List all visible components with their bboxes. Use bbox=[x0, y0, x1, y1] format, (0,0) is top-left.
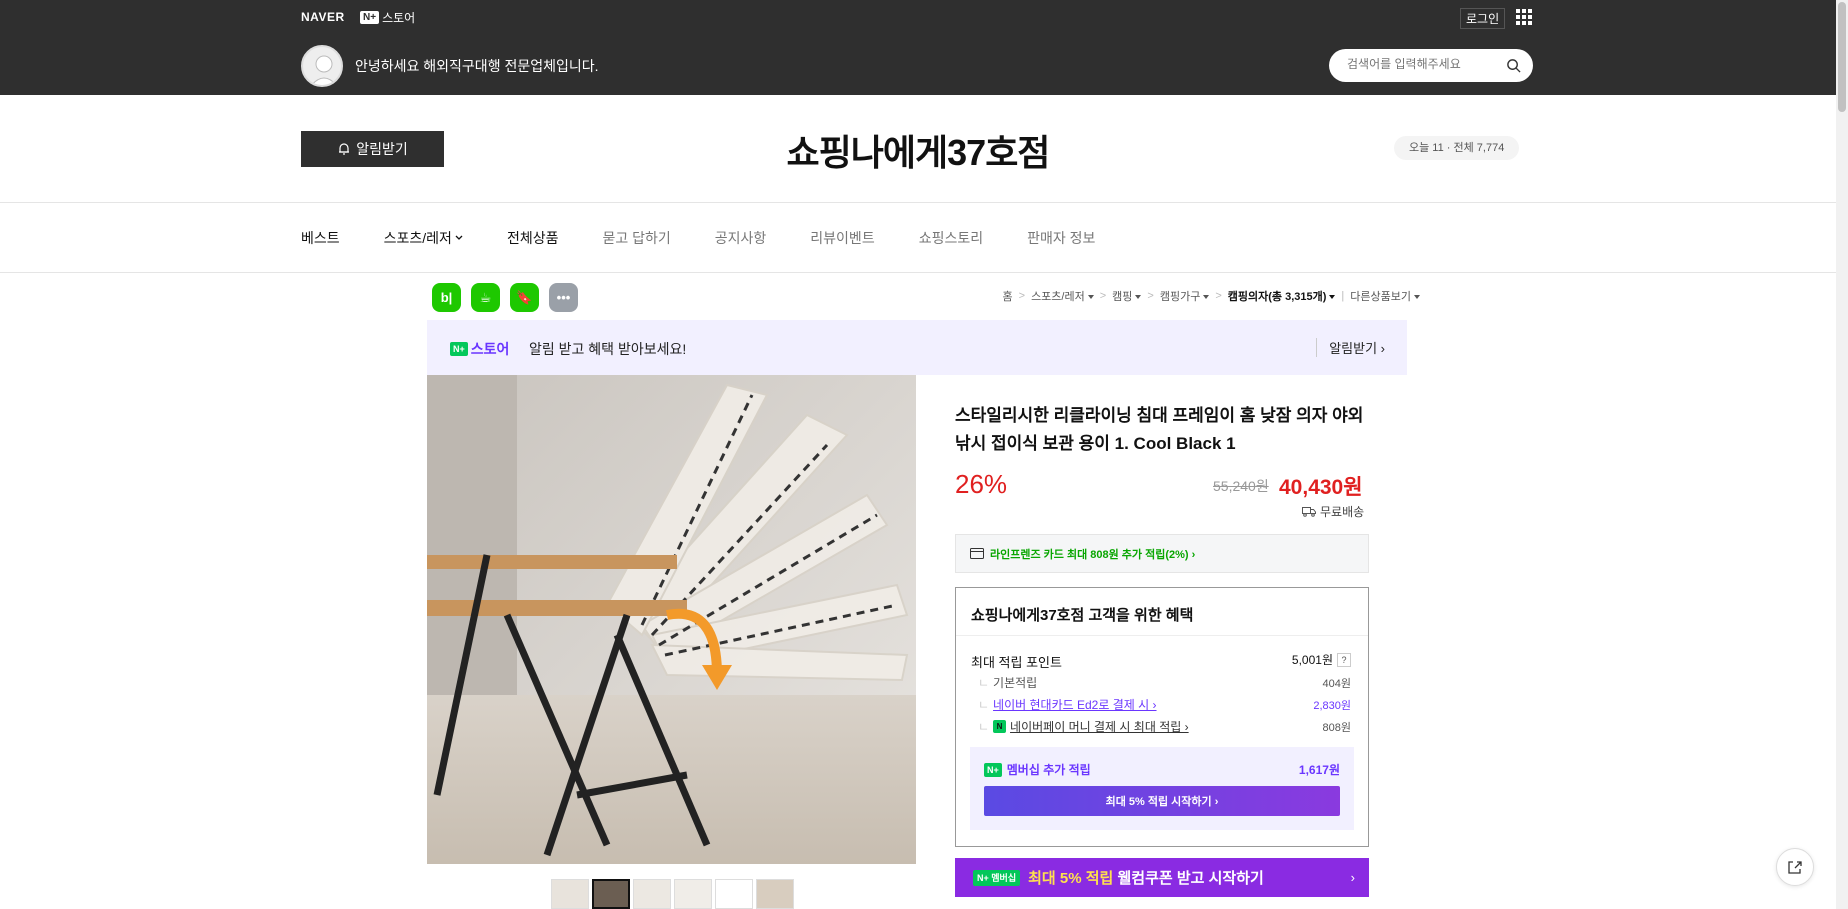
breadcrumb-camping[interactable]: 캠핑 bbox=[1112, 288, 1142, 304]
max-point-value: 5,001원 ? bbox=[1292, 651, 1351, 668]
product-thumbnail[interactable] bbox=[715, 879, 753, 909]
search-box[interactable] bbox=[1329, 49, 1533, 82]
share-button[interactable] bbox=[1776, 848, 1814, 886]
bookmark-share-icon[interactable]: 🔖 bbox=[510, 283, 539, 312]
naver-plus-membership-badge: N+ 멤버십 bbox=[973, 869, 1021, 886]
naver-plus-badge: N+ bbox=[360, 11, 380, 24]
product-main-image[interactable] bbox=[427, 375, 916, 864]
category-nav: 베스트 스포츠/레저 전체상품 묻고 답하기 공지사항 리뷰이벤트 쇼핑스토리 … bbox=[301, 228, 1139, 248]
product-thumbnail[interactable] bbox=[551, 879, 589, 909]
basic-point-value: 404원 bbox=[1322, 678, 1351, 690]
basic-point-row: ㄴ 기본적립 bbox=[978, 676, 1038, 690]
membership-box: N+ 멤버십 추가 적립 1,617원 최대 5% 적립 시작하기 › bbox=[970, 747, 1354, 830]
chevron-right-icon: › bbox=[1350, 870, 1355, 885]
naver-plus-store-logo: N+ 스토어 bbox=[450, 339, 509, 359]
header-divider bbox=[0, 202, 1836, 203]
max-point-amount: 5,001원 bbox=[1291, 653, 1333, 667]
cafe-share-icon[interactable]: ☕ bbox=[471, 283, 500, 312]
top-bar: NAVER N+ 스토어 로그인 안녕하세요 해외직구대행 전문업체입니다. bbox=[0, 0, 1836, 95]
scrollbar-thumb[interactable] bbox=[1838, 2, 1846, 112]
nav-notice[interactable]: 공지사항 bbox=[715, 228, 767, 248]
store-avatar bbox=[301, 45, 343, 87]
card-point-link[interactable]: 네이버 현대카드 Ed2로 결제 시 › bbox=[993, 696, 1156, 713]
card-point-row[interactable]: ㄴ 네이버 현대카드 Ed2로 결제 시 › bbox=[978, 696, 1157, 713]
original-price: 55,240원 bbox=[1213, 478, 1269, 494]
membership-label-text: 멤버십 추가 적립 bbox=[1006, 763, 1091, 777]
vertical-scrollbar[interactable] bbox=[1836, 0, 1848, 909]
naver-plus-store-logo[interactable]: N+ 스토어 bbox=[360, 9, 415, 26]
product-thumbnail[interactable] bbox=[756, 879, 794, 909]
basic-point-label: 기본적립 bbox=[993, 676, 1038, 690]
benefit-divider bbox=[956, 635, 1368, 636]
product-thumbnail[interactable] bbox=[674, 879, 712, 909]
credit-card-icon bbox=[970, 548, 984, 559]
card-offer-text: 라인프렌즈 카드 최대 808원 추가 적립(2%) › bbox=[990, 548, 1196, 561]
search-icon[interactable] bbox=[1506, 58, 1521, 73]
nav-seller-info[interactable]: 판매자 정보 bbox=[1027, 228, 1095, 248]
promo-alarm-link[interactable]: 알림받기 › bbox=[1316, 338, 1385, 357]
card-offer[interactable]: 라인프렌즈 카드 최대 808원 추가 적립(2%) › bbox=[955, 534, 1369, 573]
store-label: 스토어 bbox=[382, 11, 416, 25]
share-icon bbox=[1788, 861, 1802, 874]
benefit-box: 쇼핑나에게37호점 고객을 위한 혜택 최대 적립 포인트 5,001원 ? ㄴ… bbox=[955, 587, 1369, 847]
product-title: 스타일리시한 리클라이닝 침대 프레임이 홈 낮잠 의자 야외 낚시 접이식 보… bbox=[955, 406, 1364, 453]
chevron-down-icon bbox=[455, 235, 463, 240]
nav-sports[interactable]: 스포츠/레저 bbox=[384, 228, 463, 248]
search-input[interactable] bbox=[1347, 57, 1497, 71]
product-thumbnail[interactable] bbox=[633, 879, 671, 909]
nav-sports-label: 스포츠/레저 bbox=[383, 230, 452, 246]
blog-share-icon[interactable]: b| bbox=[432, 283, 461, 312]
store-title[interactable]: 쇼핑나에게37호점 bbox=[0, 124, 1836, 176]
card-point-value: 2,830원 bbox=[1313, 700, 1351, 712]
nav-qna[interactable]: 묻고 답하기 bbox=[602, 228, 670, 248]
membership-label: N+ 멤버십 추가 적립 bbox=[984, 761, 1091, 778]
promo-text: 알림 받고 혜택 받아보세요! bbox=[529, 341, 687, 357]
nav-shopping-story[interactable]: 쇼핑스토리 bbox=[919, 228, 983, 248]
breadcrumb: 홈 > 스포츠/레저 > 캠핑 > 캠핑가구 > 캠핑의자(총 3,315개) … bbox=[1003, 288, 1420, 304]
banner-text: 최대 5% 적립 웰컴쿠폰 받고 시작하기 bbox=[1028, 870, 1264, 887]
naver-logo[interactable]: NAVER bbox=[301, 10, 345, 24]
breadcrumb-separator: > bbox=[1215, 290, 1222, 302]
apps-grid-icon[interactable] bbox=[1516, 9, 1532, 25]
naver-plus-badge: N+ bbox=[450, 342, 468, 356]
pay-point-link[interactable]: 네이버페이 머니 결제 시 최대 적립 › bbox=[1010, 718, 1189, 735]
nav-review-event[interactable]: 리뷰이벤트 bbox=[810, 228, 874, 248]
nav-all-products[interactable]: 전체상품 bbox=[507, 228, 559, 248]
discount-rate: 26% bbox=[955, 469, 1008, 499]
store-label: 스토어 bbox=[470, 341, 510, 357]
breadcrumb-home[interactable]: 홈 bbox=[1003, 288, 1013, 304]
breadcrumb-separator: > bbox=[1018, 290, 1026, 302]
max-point-label: 최대 적립 포인트 bbox=[971, 655, 1062, 670]
breadcrumb-camping-furniture[interactable]: 캠핑가구 bbox=[1160, 288, 1210, 304]
truck-icon bbox=[1302, 507, 1316, 517]
breadcrumb-camping-chair[interactable]: 캠핑의자(총 3,315개) bbox=[1228, 288, 1336, 304]
nav-best[interactable]: 베스트 bbox=[301, 228, 340, 248]
store-promo-bar: N+ 스토어 알림 받고 혜택 받아보세요! 알림받기 › bbox=[427, 320, 1407, 375]
breadcrumb-sports[interactable]: 스포츠/레저 bbox=[1031, 288, 1094, 304]
breadcrumb-other-products[interactable]: 다른상품보기 bbox=[1350, 288, 1420, 304]
breadcrumb-separator: > bbox=[1147, 290, 1154, 302]
membership-coupon-banner[interactable]: N+ 멤버십 최대 5% 적립 웰컴쿠폰 받고 시작하기 › bbox=[955, 858, 1369, 897]
product-thumbnails bbox=[551, 879, 794, 909]
sale-price: 40,430원 bbox=[1279, 476, 1363, 499]
breadcrumb-separator: > bbox=[1099, 290, 1107, 302]
breadcrumb-separator: | bbox=[1341, 290, 1345, 302]
pay-point-row[interactable]: ㄴ N 네이버페이 머니 결제 시 최대 적립 › bbox=[978, 718, 1189, 735]
naver-plus-badge: N+ bbox=[984, 762, 1002, 777]
visit-count: 오늘 11 · 전체 7,774 bbox=[1394, 136, 1520, 160]
more-share-icon[interactable]: ••• bbox=[549, 283, 578, 312]
login-button[interactable]: 로그인 bbox=[1460, 8, 1506, 29]
benefit-title: 쇼핑나에게37호점 고객을 위한 혜택 bbox=[971, 607, 1194, 624]
pay-point-value: 808원 bbox=[1322, 722, 1351, 734]
product-thumbnail[interactable] bbox=[592, 879, 630, 909]
share-icons: b| ☕ 🔖 ••• bbox=[432, 283, 578, 312]
store-greeting: 안녕하세요 해외직구대행 전문업체입니다. bbox=[355, 58, 599, 74]
membership-value: 1,617원 bbox=[1298, 763, 1340, 777]
help-icon[interactable]: ? bbox=[1337, 652, 1351, 667]
shipping-label: 무료배송 bbox=[1320, 505, 1365, 519]
shipping-info: 무료배송 bbox=[1302, 503, 1364, 520]
membership-start-button[interactable]: 최대 5% 적립 시작하기 › bbox=[984, 786, 1340, 816]
nav-divider bbox=[0, 272, 1836, 273]
naver-pay-icon: N bbox=[993, 720, 1007, 733]
